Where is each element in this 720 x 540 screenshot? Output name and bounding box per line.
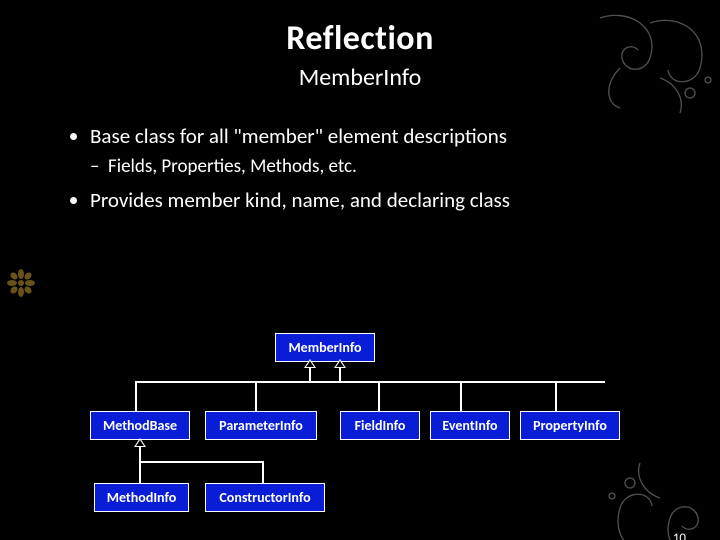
node-methodinfo: MethodInfo xyxy=(94,483,189,512)
bullet-list: Base class for all "member" element desc… xyxy=(70,122,720,214)
connector-line xyxy=(139,461,141,483)
class-hierarchy-diagram: MemberInfo MethodBase ParameterInfo Fiel… xyxy=(80,333,660,523)
bullet-item: Base class for all "member" element desc… xyxy=(90,122,720,180)
connector-line xyxy=(255,381,257,411)
decorative-flower-left xyxy=(6,268,36,298)
connector-line xyxy=(262,461,264,483)
connector-line xyxy=(139,461,264,463)
connector-line xyxy=(339,368,341,381)
node-parameterinfo: ParameterInfo xyxy=(205,411,317,440)
slide-subtitle: MemberInfo xyxy=(0,63,720,92)
node-constructorinfo: ConstructorInfo xyxy=(205,483,325,512)
node-fieldinfo: FieldInfo xyxy=(340,411,420,440)
connector-line xyxy=(460,381,462,411)
connector-line xyxy=(378,381,380,411)
connector-line xyxy=(135,381,137,411)
connector-line xyxy=(309,368,311,381)
connector-line xyxy=(139,447,141,461)
node-methodbase: MethodBase xyxy=(90,411,190,440)
inherit-arrow-icon xyxy=(134,438,146,447)
inherit-arrow-icon xyxy=(334,359,346,368)
page-number: 10 xyxy=(673,531,686,540)
connector-line xyxy=(135,381,605,383)
connector-line xyxy=(555,381,557,411)
sub-bullet-item: Fields, Properties, Methods, etc. xyxy=(108,154,720,180)
bullet-item: Provides member kind, name, and declarin… xyxy=(90,186,720,214)
node-eventinfo: EventInfo xyxy=(430,411,510,440)
node-propertyinfo: PropertyInfo xyxy=(520,411,620,440)
inherit-arrow-icon xyxy=(304,359,316,368)
node-memberinfo: MemberInfo xyxy=(275,333,375,362)
bullet-text: Base class for all "member" element desc… xyxy=(90,123,507,149)
slide-title: Reflection xyxy=(0,18,720,59)
